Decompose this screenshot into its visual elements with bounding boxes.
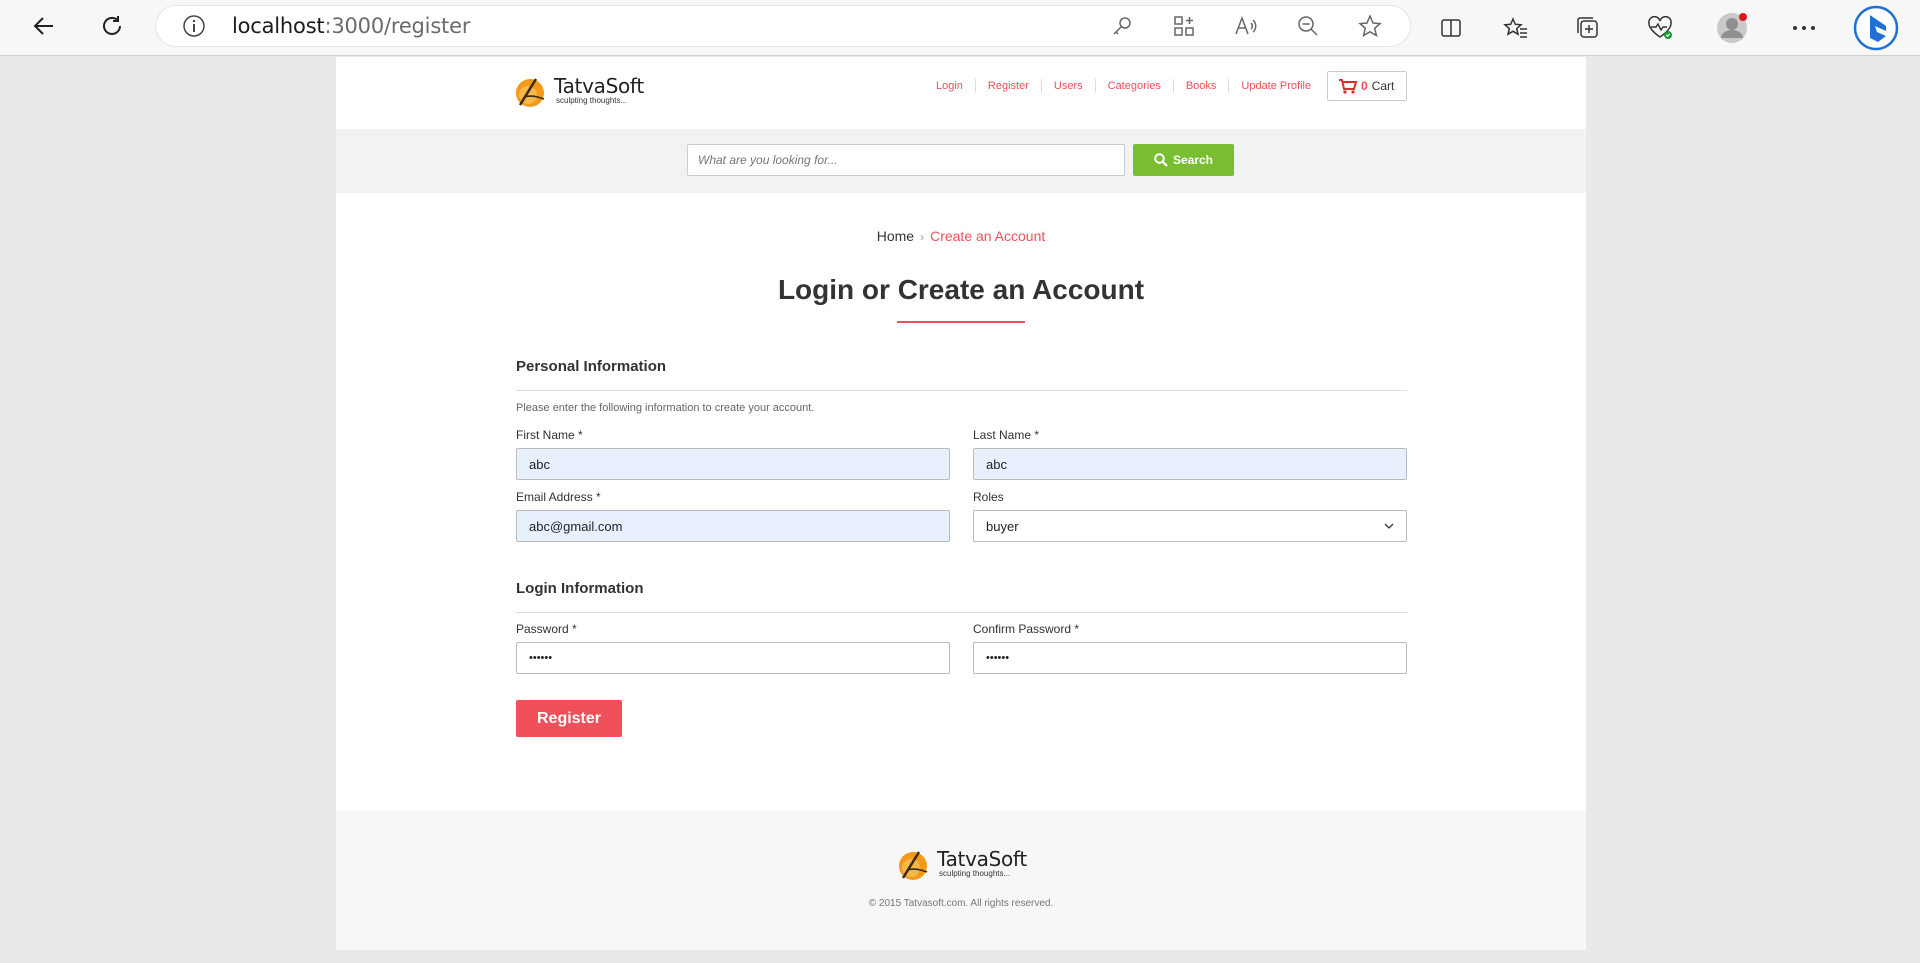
confirm-password-label: Confirm Password * [973,622,1080,636]
confirm-password-input[interactable]: •••••• [973,642,1407,674]
login-info-section: Login Information [516,580,1407,613]
browser-toolbar: localhost:3000/register [0,0,1920,56]
bing-chat-icon[interactable] [1848,5,1904,51]
main-nav: Login Register Users Categories Books Up… [936,79,1323,93]
last-name-input[interactable]: abc [973,448,1407,480]
brand-name: TatvaSoft [554,74,644,98]
collections-icon[interactable] [1560,8,1616,48]
tatvasoft-logo-icon [899,851,928,880]
nav-update-profile[interactable]: Update Profile [1229,79,1323,93]
tatvasoft-logo-icon [516,78,545,107]
nav-register[interactable]: Register [976,79,1042,93]
search-button[interactable]: Search [1133,144,1234,176]
roles-select[interactable]: buyer [973,510,1407,542]
nav-categories[interactable]: Categories [1096,79,1174,93]
email-value: abc@gmail.com [529,518,623,534]
site-logo[interactable]: TatvaSoft sculpting thoughts... [514,73,644,109]
favorite-star-icon[interactable] [1350,6,1390,46]
cart-icon [1339,79,1358,94]
cart-label: Cart [1371,79,1395,93]
site-footer: TatvaSoft sculpting thoughts... © 2015 T… [336,810,1586,950]
personal-info-title: Personal Information [516,358,667,375]
copyright-text: © 2015 Tatvasoft.com. All rights reserve… [868,898,1054,909]
email-input[interactable]: abc@gmail.com [516,510,950,542]
refresh-icon[interactable] [92,6,132,46]
nav-books[interactable]: Books [1174,79,1230,93]
first-name-input[interactable]: abc [516,448,950,480]
site-info-icon[interactable] [182,14,206,43]
personal-help-text: Please enter the following information t… [516,402,815,414]
last-name-value: abc [986,456,1007,472]
section-divider [516,612,1407,613]
cart-button[interactable]: 0 Cart [1327,71,1407,101]
title-underline [897,321,1025,323]
footer-logo[interactable]: TatvaSoft sculpting thoughts... [897,846,1027,882]
search-icon [1154,153,1168,167]
apps-icon[interactable] [1164,6,1204,46]
address-bar[interactable]: localhost:3000/register [156,6,1410,46]
breadcrumb-home[interactable]: Home [877,228,914,244]
site-header: TatvaSoft sculpting thoughts... Login Re… [336,57,1586,129]
password-label: Password * [516,622,577,636]
roles-value: buyer [986,518,1019,534]
search-button-label: Search [1172,153,1214,167]
more-options-icon[interactable] [1776,8,1832,48]
page-container: TatvaSoft sculpting thoughts... Login Re… [336,57,1586,950]
footer-brand-name: TatvaSoft [937,847,1027,871]
health-heart-icon[interactable] [1632,8,1688,48]
login-info-title: Login Information [516,580,644,597]
confirm-password-value: •••••• [986,652,1010,664]
register-button[interactable]: Register [516,700,622,737]
nav-login[interactable]: Login [936,79,976,93]
search-input[interactable] [687,144,1125,176]
nav-users[interactable]: Users [1042,79,1096,93]
last-name-label: Last Name * [973,428,1040,442]
password-input[interactable]: •••••• [516,642,950,674]
read-aloud-icon[interactable] [1226,6,1266,46]
roles-label: Roles [973,490,1004,504]
favorites-icon[interactable] [1488,8,1544,48]
section-divider [516,390,1407,391]
search-bar: Search [336,129,1586,193]
breadcrumb: Home › Create an Account [336,228,1586,244]
zoom-out-icon[interactable] [1288,6,1328,46]
first-name-value: abc [529,456,550,472]
breadcrumb-current: Create an Account [930,228,1046,244]
email-label: Email Address * [516,490,601,504]
url-text: localhost:3000/register [232,14,471,38]
split-screen-icon[interactable] [1430,8,1472,48]
profile-avatar-icon[interactable] [1704,8,1760,48]
cart-count: 0 [1361,79,1368,93]
breadcrumb-separator: › [920,230,925,244]
chevron-down-icon [1384,523,1394,529]
first-name-label: First Name * [516,428,583,442]
page-title: Login or Create an Account [777,274,1145,305]
back-icon[interactable] [24,6,64,46]
password-value: •••••• [529,652,553,664]
personal-info-section: Personal Information [516,358,1407,391]
key-icon[interactable] [1102,6,1142,46]
